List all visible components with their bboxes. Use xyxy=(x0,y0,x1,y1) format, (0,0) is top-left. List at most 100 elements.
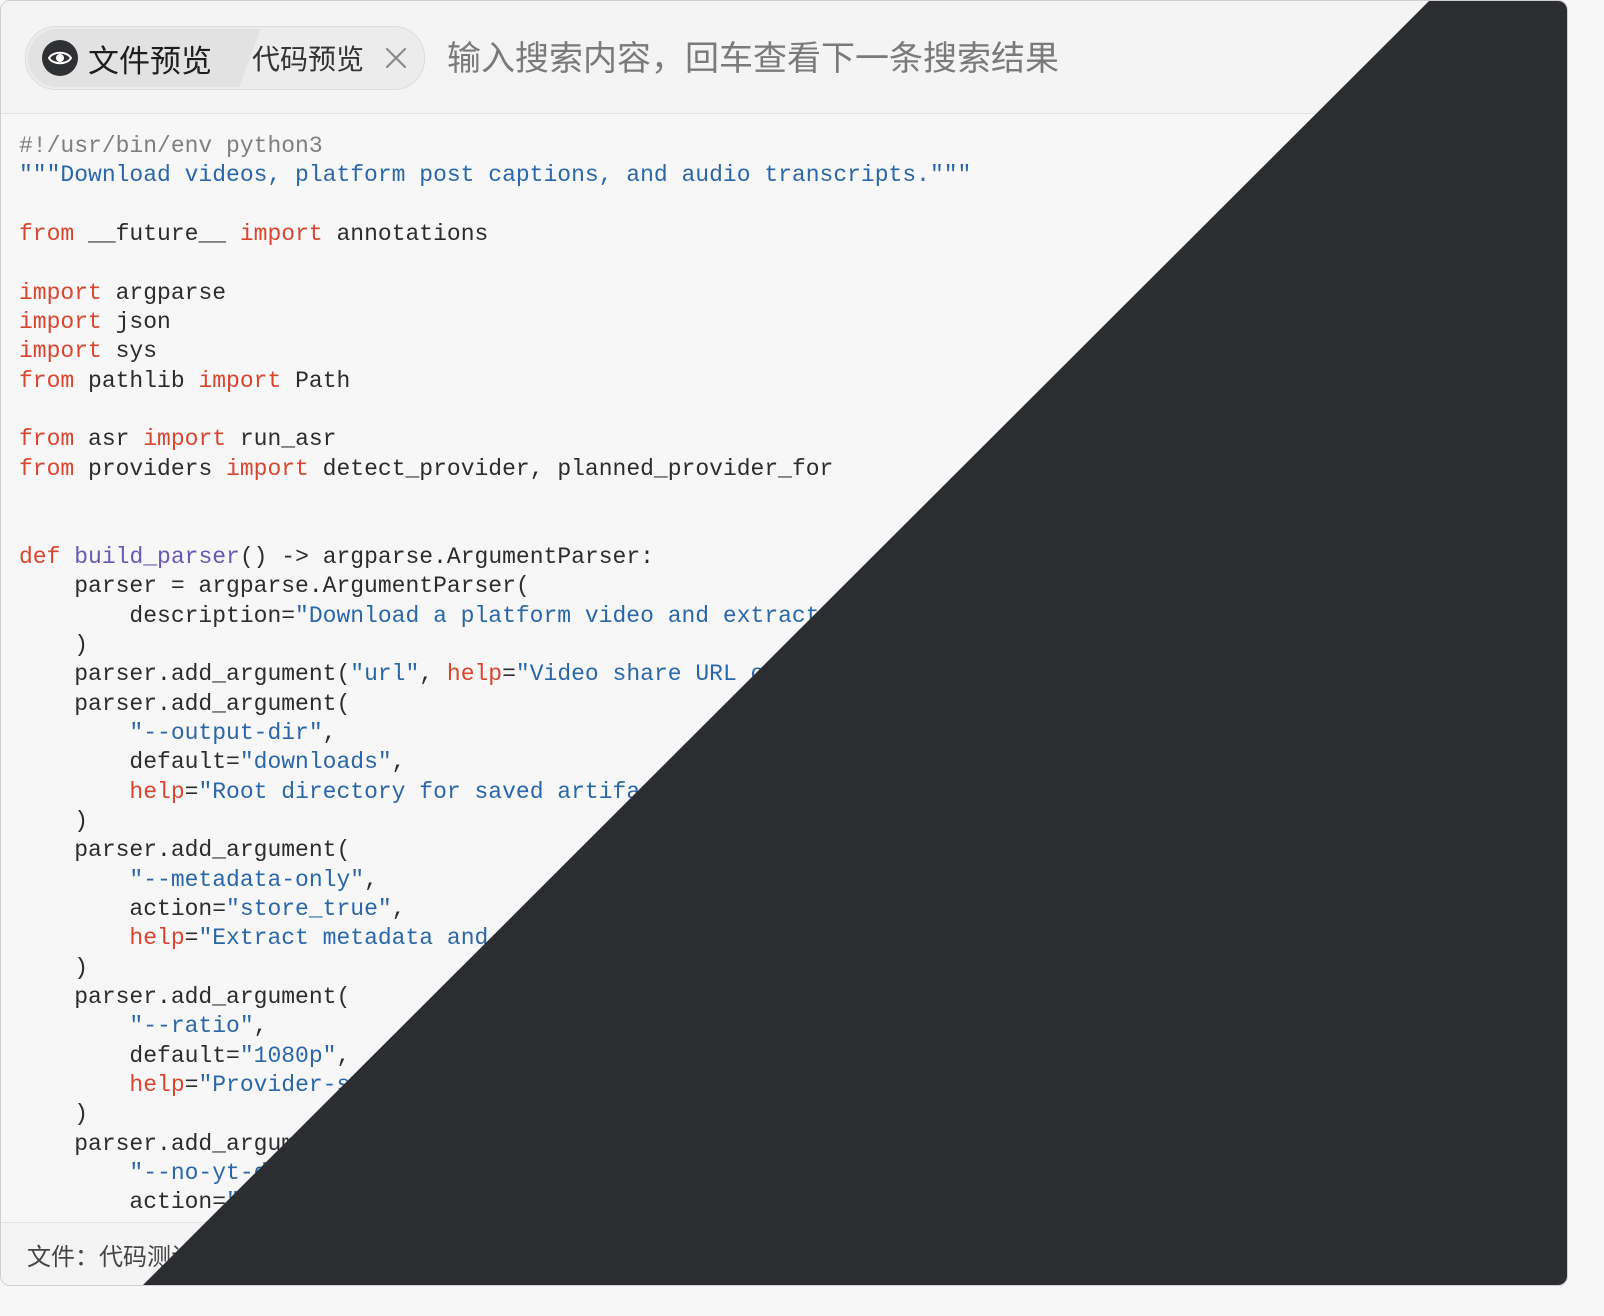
more-vertical-icon[interactable] xyxy=(1449,33,1477,83)
grid-icon[interactable] xyxy=(1297,1237,1327,1271)
code-token: , xyxy=(419,661,447,688)
scroll-thumb[interactable] xyxy=(1536,148,1566,458)
code-token: from xyxy=(19,426,75,453)
file-size-badge: 3.9 KB xyxy=(791,1235,888,1275)
code-token: "downloads" xyxy=(239,749,392,776)
code-token: sys xyxy=(101,338,158,365)
code-line: description="Download a platform video a… xyxy=(19,602,1533,631)
file-path-chip[interactable]: D:/桌面文件/3.uTools/file-Preview/测试文件夹 xyxy=(241,1235,720,1275)
tab-code-preview[interactable]: 代码预览 xyxy=(252,29,420,87)
code-viewer[interactable]: #!/usr/bin/env python3 """Download videos… xyxy=(1,114,1533,1222)
code-token: ) xyxy=(19,807,89,834)
theme-toggle-icon[interactable] xyxy=(1477,21,1549,93)
code-token: pathlib xyxy=(74,367,199,394)
code-token: import xyxy=(19,279,102,306)
code-line: "--output-dir", xyxy=(19,719,1533,748)
next-button[interactable] xyxy=(1438,1233,1482,1277)
code-line: ) xyxy=(19,1100,1533,1129)
code-line: parser.add_argument( xyxy=(19,690,1533,719)
code-token: "Video share URL or canonical video URL" xyxy=(515,661,1069,688)
code-token: "--no-yt-dlp-fallback" xyxy=(129,1160,434,1187)
code-line: import json xyxy=(19,308,1533,337)
code-line: parser.add_argument("url", help="Video s… xyxy=(19,660,1533,689)
code-line: """Download videos, platform post captio… xyxy=(19,161,1533,190)
file-name: 文件：代码测试.py xyxy=(27,1243,233,1271)
code-token: from xyxy=(19,455,75,482)
eye-icon xyxy=(42,40,78,76)
code-token: providers xyxy=(74,455,227,482)
code-token: parser.add_argument( xyxy=(19,690,351,717)
code-token: help xyxy=(129,925,185,952)
code-view-button[interactable] xyxy=(1500,1233,1544,1277)
header-bar: 文件预览 代码预览 xyxy=(1,1,1567,114)
code-token: help xyxy=(446,661,503,688)
code-token: , xyxy=(391,749,406,776)
search-input[interactable] xyxy=(445,31,1309,87)
code-token: "store_true" xyxy=(226,1189,392,1216)
code-line: def build_parser() -> argparse.ArgumentP… xyxy=(19,543,1533,572)
theme-dot xyxy=(1507,51,1519,63)
code-token: , xyxy=(433,1160,447,1187)
code-token: parser.add_argument( xyxy=(19,837,351,864)
code-token: = xyxy=(184,925,199,952)
scroll-down-icon[interactable] xyxy=(1544,1201,1560,1210)
status-bar: 文件：代码测试.py D:/桌面文件/3.uTools/file-Preview… xyxy=(1,1222,1567,1285)
code-line: from __future__ import annotations xyxy=(19,220,1533,249)
code-token: "Download a platform video and extract i… xyxy=(295,602,1262,629)
chevron-left-icon xyxy=(1403,1246,1414,1264)
code-token: default= xyxy=(19,1042,240,1069)
code-token: def xyxy=(19,543,61,570)
code-line: default="downloads", xyxy=(19,748,1533,777)
code-token: "store_true" xyxy=(226,895,392,922)
code-line: parser = argparse.ArgumentParser( xyxy=(19,572,1533,601)
code-token: , xyxy=(971,778,986,805)
copy-icon[interactable] xyxy=(735,1242,759,1270)
code-line: from pathlib import Path xyxy=(19,367,1533,396)
code-token: help xyxy=(129,1072,185,1098)
tab-file-preview[interactable]: 文件预览 xyxy=(28,29,242,87)
code-line: action="store_true", xyxy=(19,895,1533,924)
code-token: , xyxy=(1109,925,1124,952)
code-token: = xyxy=(184,778,199,805)
code-icon xyxy=(1509,1247,1535,1263)
tab-file-preview-label: 文件预览 xyxy=(88,43,212,80)
code-token: , xyxy=(322,719,337,746)
code-token: = xyxy=(184,1072,199,1098)
vertical-scrollbar[interactable] xyxy=(1533,114,1567,1222)
chevron-right-icon xyxy=(1455,1246,1466,1264)
code-token: "--output-dir" xyxy=(129,719,323,746)
code-token: parser.add_argument( xyxy=(19,661,351,688)
code-line: import argparse xyxy=(19,279,1533,308)
code-token: import xyxy=(198,367,282,394)
code-token: , xyxy=(391,895,406,922)
code-token: "--ratio" xyxy=(129,1013,254,1040)
code-line: #!/usr/bin/env python3 xyxy=(19,132,1533,161)
close-icon[interactable] xyxy=(384,46,408,70)
code-token: "Root directory for saved artifacts. Def… xyxy=(198,778,972,805)
code-line: "--metadata-only", xyxy=(19,866,1533,895)
tab-code-preview-label: 代码预览 xyxy=(252,43,365,76)
code-token: parser.add_argument( xyxy=(19,1130,351,1157)
code-token: , xyxy=(253,1013,268,1040)
scroll-up-icon[interactable] xyxy=(1544,126,1560,135)
code-line: "--no-yt-dlp-fallback", xyxy=(19,1159,1533,1188)
code-token: "1080p" xyxy=(239,1042,337,1069)
code-token: "--metadata-only" xyxy=(129,866,365,893)
code-line: parser.add_argument( xyxy=(19,983,1533,1012)
prev-button[interactable] xyxy=(1387,1233,1431,1277)
code-token: () -> argparse.ArgumentParser: xyxy=(239,543,654,570)
code-token: "Extract metadata and caption without do… xyxy=(198,925,1110,952)
code-line: parser.add_argument( xyxy=(19,1130,1533,1159)
code-token: json xyxy=(101,309,171,336)
code-token: "Provider-specific preferred video ratio… xyxy=(198,1072,1193,1098)
code-token: import xyxy=(226,455,309,482)
